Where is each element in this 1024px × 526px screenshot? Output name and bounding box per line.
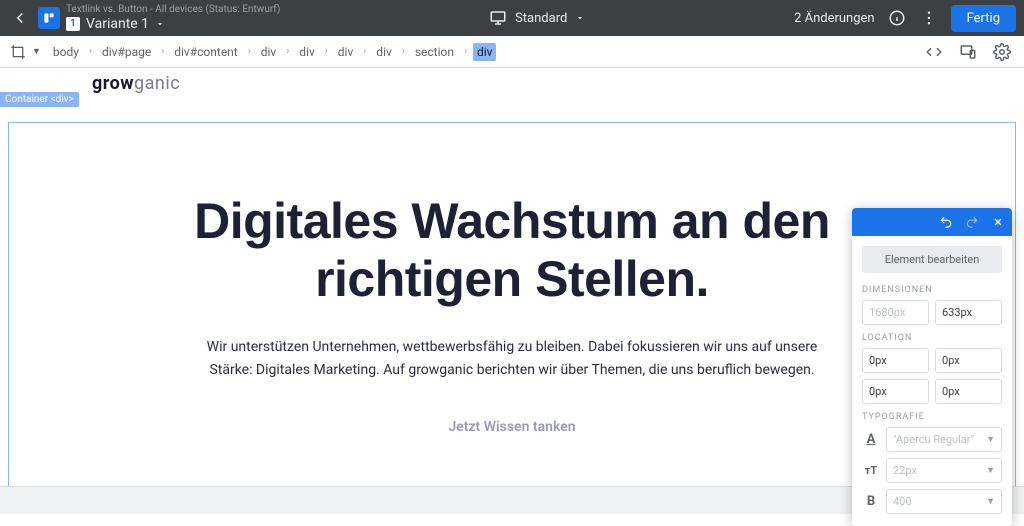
inspector-header: [852, 208, 1012, 236]
changes-count[interactable]: 2 Änderungen: [794, 11, 875, 26]
breadcrumb-dropdown[interactable]: ▼: [32, 46, 41, 57]
back-button[interactable]: [8, 6, 32, 30]
undo-button[interactable]: [938, 214, 954, 230]
variant-badge: 1: [66, 17, 80, 31]
chevron-down-icon: [575, 13, 585, 23]
optimize-logo-icon: [38, 7, 60, 29]
breadcrumb-div[interactable]: div: [334, 43, 358, 61]
font-size-icon: тT: [862, 464, 880, 477]
breadcrumb-body[interactable]: body: [49, 43, 83, 61]
code-view-icon[interactable]: [924, 42, 944, 62]
location-top-field[interactable]: 0px: [862, 348, 929, 373]
breadcrumb-bar: ▼ body› div#page› div#content› div› div›…: [0, 36, 1024, 68]
device-mode-selector[interactable]: Standard: [280, 9, 794, 27]
chevron-down-icon: [155, 19, 165, 29]
width-field[interactable]: 1680px: [862, 300, 929, 325]
font-size-field[interactable]: 22px▼: [886, 458, 1002, 483]
breadcrumb-page[interactable]: div#page: [98, 43, 155, 61]
font-weight-field[interactable]: 400▼: [886, 489, 1002, 514]
dimensions-label: Dimensionen: [862, 285, 1002, 295]
brand-bold: grow: [92, 73, 134, 94]
breadcrumb-div[interactable]: div: [295, 43, 319, 61]
hero-cta[interactable]: Jetzt Wissen tanken: [448, 419, 575, 435]
top-right-controls: 2 Änderungen Fertig: [794, 5, 1016, 32]
breadcrumb-section[interactable]: section: [411, 43, 458, 61]
selection-tag[interactable]: Container <div>: [0, 92, 79, 107]
breadcrumb-content[interactable]: div#content: [170, 43, 241, 61]
breadcrumb-div-selected[interactable]: div: [473, 43, 497, 61]
edit-element-button[interactable]: Element bearbeiten: [862, 246, 1002, 273]
close-inspector-button[interactable]: [990, 214, 1006, 230]
hero-title[interactable]: Digitales Wachstum an den richtigen Stel…: [89, 193, 935, 308]
font-family-icon: A: [862, 432, 880, 447]
location-label: Location: [862, 333, 1002, 343]
more-menu-button[interactable]: [919, 8, 939, 28]
crop-tool-icon[interactable]: [8, 42, 28, 62]
device-preview-icon[interactable]: [958, 42, 978, 62]
location-left-field[interactable]: 0px: [935, 379, 1002, 404]
settings-icon[interactable]: [992, 42, 1012, 62]
font-family-field[interactable]: "Apercu Regular"▼: [886, 427, 1002, 452]
redo-button[interactable]: [964, 214, 980, 230]
variant-label: Variante 1: [86, 16, 149, 33]
typography-label: Typografie: [862, 412, 1002, 422]
hero-body[interactable]: Wir unterstützen Unternehmen, wettbewerb…: [202, 336, 822, 381]
location-bottom-field[interactable]: 0px: [862, 379, 929, 404]
inspector-panel: Element bearbeiten Dimensionen 1680px 63…: [852, 208, 1012, 526]
site-logo[interactable]: growganic: [0, 68, 1024, 98]
variant-title[interactable]: 1 Variante 1: [66, 16, 280, 33]
height-field[interactable]: 633px: [935, 300, 1002, 325]
top-bar: Textlink vs. Button - All devices (Statu…: [0, 0, 1024, 36]
device-mode-label: Standard: [515, 11, 567, 26]
done-button[interactable]: Fertig: [951, 5, 1016, 32]
breadcrumb-div[interactable]: div: [257, 43, 281, 61]
title-block: Textlink vs. Button - All devices (Statu…: [66, 4, 280, 33]
brand-light: ganic: [134, 73, 180, 94]
desktop-icon: [489, 9, 507, 27]
experiment-subtitle: Textlink vs. Button - All devices (Statu…: [66, 4, 280, 16]
breadcrumb-div[interactable]: div: [372, 43, 396, 61]
location-right-field[interactable]: 0px: [935, 348, 1002, 373]
font-weight-icon: B: [862, 494, 880, 509]
info-button[interactable]: [887, 8, 907, 28]
